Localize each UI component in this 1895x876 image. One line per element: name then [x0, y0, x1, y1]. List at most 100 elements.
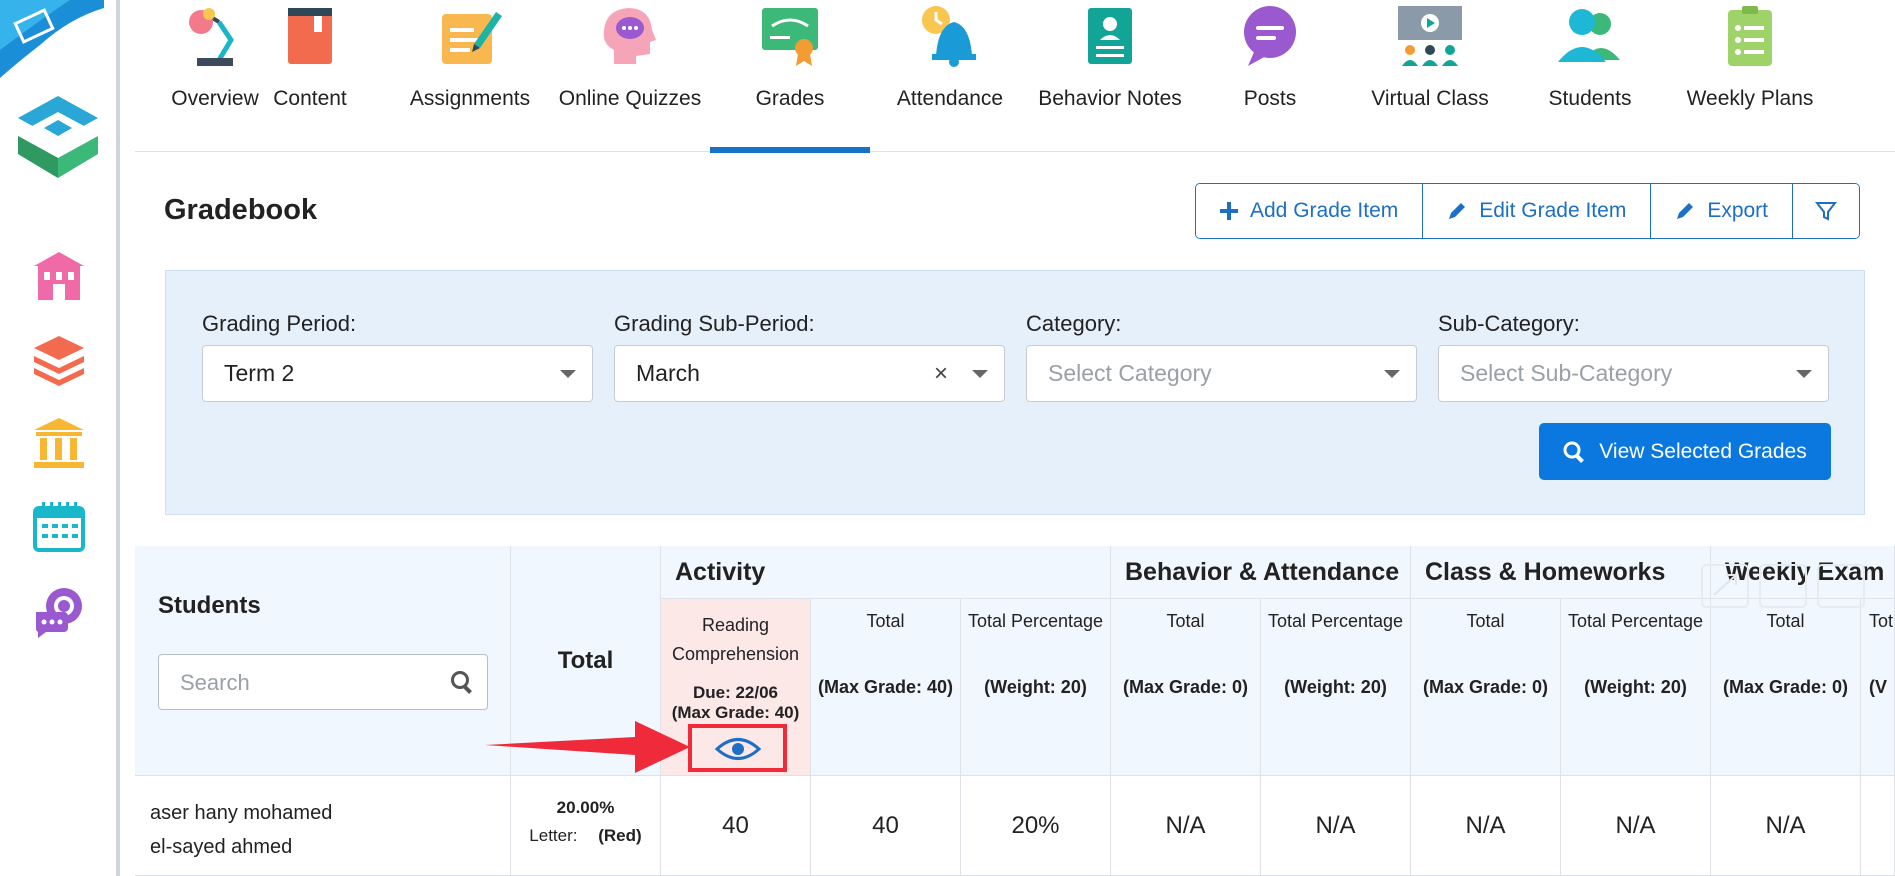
column-header: Total Percentage (Weight: 20)	[1561, 599, 1711, 776]
column-title: Total Percentage	[967, 611, 1104, 631]
export-button[interactable]: Export	[1651, 184, 1794, 238]
tab-content[interactable]: Content	[230, 0, 390, 152]
sub-category-select[interactable]: Select Sub-Category	[1438, 345, 1829, 402]
tab-label: Students	[1548, 87, 1632, 110]
sub-category-placeholder: Select Sub-Category	[1460, 360, 1673, 386]
tab-label: Behavior Notes	[1038, 87, 1182, 110]
grade-cell: N/A	[1111, 776, 1261, 876]
tab-students[interactable]: Students	[1510, 0, 1670, 152]
assignment-pen-icon	[442, 12, 502, 64]
student-total-percent: 20.00%	[556, 798, 615, 817]
tab-label: Online Quizzes	[558, 87, 702, 110]
grading-period-select[interactable]: Term 2	[202, 345, 593, 402]
column-subtitle: (Max Grade: 0)	[1422, 677, 1549, 697]
school-building-icon[interactable]	[32, 250, 86, 304]
gradebook-toolbar: Add Grade Item Edit Grade Item Export	[1195, 183, 1861, 239]
grade-cell[interactable]: 40	[661, 776, 811, 876]
grade-cell: 20%	[961, 776, 1111, 876]
plus-icon	[1220, 202, 1238, 220]
students-header: Students	[158, 592, 261, 619]
calendar-icon[interactable]	[32, 500, 86, 554]
column-title: Total	[1466, 611, 1505, 631]
column-title: Total Percentage	[1267, 611, 1404, 631]
bell-clock-icon	[922, 6, 976, 67]
pencil-icon	[1677, 203, 1694, 219]
add-grade-item-button[interactable]: Add Grade Item	[1196, 184, 1424, 238]
column-title: Total	[1766, 611, 1805, 631]
chevron-down-icon	[972, 370, 988, 378]
clipboard-list-icon	[1728, 6, 1772, 66]
virtual-classroom-icon	[1398, 6, 1462, 66]
eye-icon[interactable]	[715, 736, 761, 762]
tab-label: Posts	[1243, 87, 1297, 110]
table-row-student-name[interactable]: aser hany mohamed el-sayed ahmed	[135, 776, 511, 876]
sidebar-divider	[116, 0, 120, 876]
institution-icon[interactable]	[32, 416, 86, 470]
chat-bubble-icon	[1244, 6, 1296, 66]
users-icon	[1558, 9, 1620, 62]
search-icon	[1563, 441, 1585, 463]
category-placeholder: Select Category	[1048, 360, 1212, 386]
grading-sub-period-select[interactable]: March ×	[614, 345, 1005, 402]
tab-grades[interactable]: Grades	[710, 0, 870, 153]
tab-weekly-plans[interactable]: Weekly Plans	[1670, 0, 1830, 152]
grading-sub-period-label: Grading Sub-Period:	[614, 311, 815, 336]
clear-icon[interactable]: ×	[934, 360, 948, 388]
tab-behavior-notes[interactable]: Behavior Notes	[1030, 0, 1190, 152]
table-row-total: 20.00% Letter: (Red)	[511, 776, 661, 876]
group-header-behavior-attendance: Behavior & Attendance	[1111, 546, 1411, 599]
certificate-icon	[762, 8, 818, 66]
letter-value: (Red)	[598, 826, 642, 845]
grade-item-name-line2: Comprehension	[671, 644, 800, 664]
tab-attendance[interactable]: Attendance	[870, 0, 1030, 152]
column-title: Total	[1166, 611, 1205, 631]
column-subtitle: (Weight: 20)	[1584, 677, 1687, 697]
export-label: Export	[1707, 199, 1769, 222]
edit-grade-item-label: Edit Grade Item	[1479, 199, 1627, 222]
filter-button[interactable]	[1793, 184, 1860, 238]
tab-online-quizzes[interactable]: Online Quizzes	[550, 0, 710, 152]
school-logo-icon[interactable]	[14, 92, 102, 182]
notes-person-icon	[1088, 8, 1132, 64]
grade-cell: N/A	[1261, 776, 1411, 876]
table-view-controls[interactable]	[1700, 563, 1890, 609]
tab-label: Grades	[755, 87, 825, 110]
layers-icon[interactable]	[32, 332, 86, 386]
group-header-class-homeworks: Class & Homeworks	[1411, 546, 1711, 599]
grade-cell: N/A	[1411, 776, 1561, 876]
view-selected-grades-label: View Selected Grades	[1599, 439, 1807, 463]
column-subtitle: (Max Grade: 0)	[1122, 677, 1249, 697]
grade-item-max: (Max Grade: 40)	[671, 703, 800, 722]
edit-grade-item-button[interactable]: Edit Grade Item	[1423, 184, 1652, 238]
search-icon	[451, 671, 472, 694]
chevron-down-icon	[1384, 370, 1400, 378]
grade-cell: 40	[811, 776, 961, 876]
column-header: Total Percentage (Weight: 20)	[961, 599, 1111, 776]
page-title: Gradebook	[164, 194, 318, 226]
grading-period-value: Term 2	[224, 360, 295, 386]
column-subtitle: (Max Grade: 0)	[1722, 677, 1849, 697]
chevron-down-icon	[1796, 370, 1812, 378]
add-grade-item-label: Add Grade Item	[1250, 199, 1399, 222]
group-header-activity: Activity	[661, 546, 1111, 599]
category-select[interactable]: Select Category	[1026, 345, 1417, 402]
grade-cell	[1861, 776, 1895, 876]
column-header: Total (Max Grade: 0)	[1111, 599, 1261, 776]
tab-label: Virtual Class	[1371, 87, 1489, 110]
student-name-line2: el-sayed ahmed	[150, 836, 293, 858]
tab-assignments[interactable]: Assignments	[390, 0, 550, 152]
student-name-line1: aser hany mohamed	[150, 802, 333, 824]
pencil-icon	[1449, 203, 1466, 219]
view-selected-grades-button[interactable]: View Selected Grades	[1539, 423, 1831, 480]
column-subtitle: (Weight: 20)	[984, 677, 1087, 697]
sub-category-label: Sub-Category:	[1438, 311, 1580, 336]
search-placeholder: Search	[180, 670, 250, 695]
column-subtitle: (Max Grade: 40)	[817, 677, 954, 697]
chat-support-icon[interactable]	[32, 584, 86, 638]
grading-sub-period-value: March	[636, 360, 700, 386]
tab-posts[interactable]: Posts	[1190, 0, 1350, 152]
grade-item-due: Due: 22/06	[692, 683, 779, 702]
tab-virtual-class[interactable]: Virtual Class	[1350, 0, 1510, 152]
student-search-input[interactable]: Search	[158, 654, 488, 710]
sidebar	[0, 0, 120, 876]
